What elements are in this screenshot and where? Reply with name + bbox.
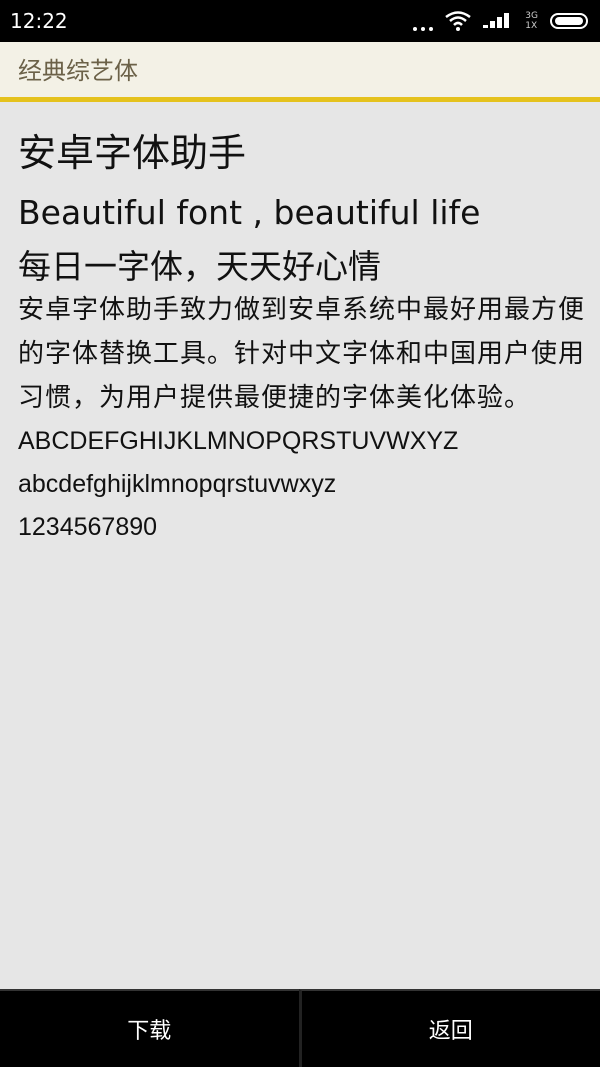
- status-icons: 3G 1X: [413, 8, 588, 34]
- title-bar: 经典综艺体: [0, 42, 600, 102]
- font-preview-content: 安卓字体助手 Beautiful font , beautiful life 每…: [18, 124, 588, 549]
- network-top-label: 3G: [525, 11, 538, 21]
- sample-digits: 1234567890: [18, 513, 158, 541]
- wifi-icon: [445, 11, 472, 31]
- status-bar: 12:22 3G 1X: [0, 0, 600, 42]
- tagline-english: Beautiful font , beautiful life: [18, 193, 481, 232]
- back-button[interactable]: 返回: [298, 989, 600, 1067]
- description-text: 安卓字体助手致力做到安卓系统中最好用最方便的字体替换工具。针对中文字体和中国用户…: [18, 295, 586, 413]
- tagline-chinese: 每日一字体，天天好心情: [18, 247, 381, 286]
- network-type-label: 3G 1X: [525, 11, 538, 31]
- screen: 12:22 3G 1X 经典综艺体 安卓字体助手 Beautiful font …: [0, 0, 600, 1067]
- status-time: 12:22: [10, 9, 68, 33]
- sample-uppercase: ABCDEFGHIJKLMNOPQRSTUVWXYZ: [18, 427, 459, 455]
- signal-icon: [483, 13, 510, 28]
- app-title: 安卓字体助手: [18, 131, 247, 175]
- more-notifications-icon: [413, 11, 434, 31]
- battery-icon: [550, 13, 588, 29]
- network-bottom-label: 1X: [525, 21, 538, 31]
- bottom-action-bar: 下载 返回: [0, 989, 600, 1067]
- sample-lowercase: abcdefghijklmnopqrstuvwxyz: [18, 470, 337, 498]
- page-title: 经典综艺体: [18, 57, 138, 85]
- download-button[interactable]: 下载: [0, 989, 299, 1067]
